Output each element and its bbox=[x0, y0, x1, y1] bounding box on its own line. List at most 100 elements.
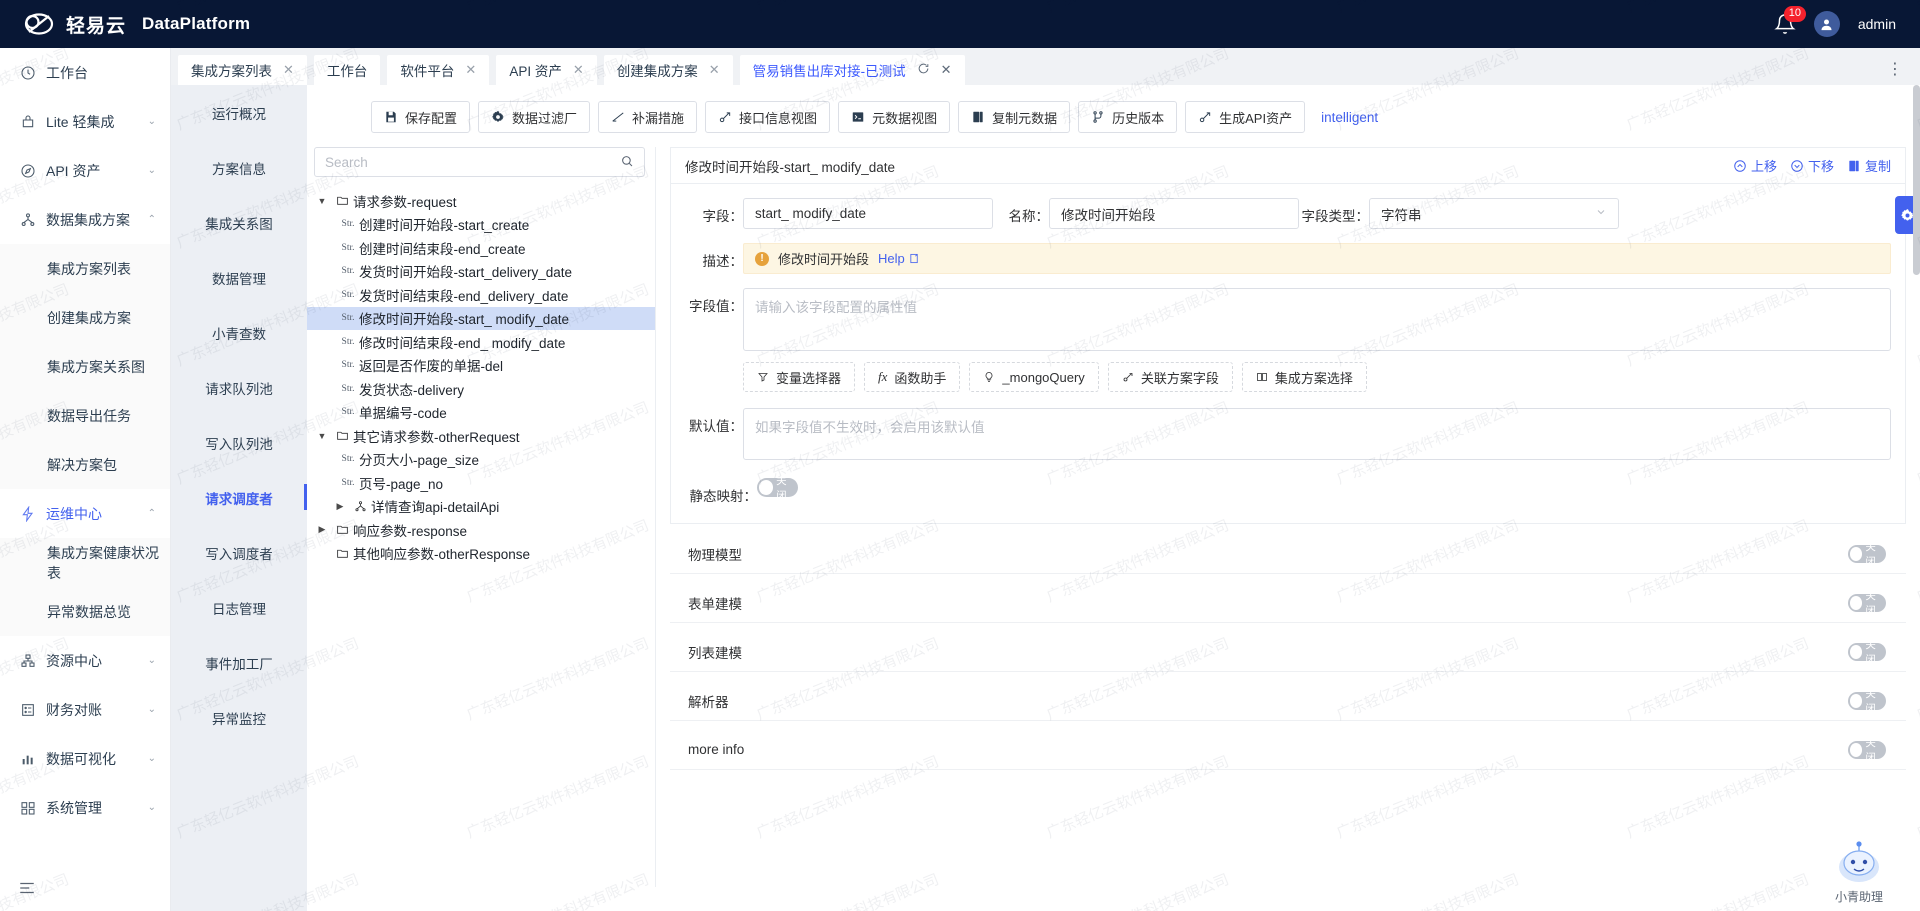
sidebar-item-finance[interactable]: 财务对账 ⌄ bbox=[0, 685, 170, 734]
history-version-button[interactable]: 历史版本 bbox=[1078, 101, 1177, 133]
secnav-item-xiaoqing-query[interactable]: 小青查数 bbox=[171, 305, 307, 360]
tree-node-leaf[interactable]: Str. 分页大小-page_size bbox=[307, 448, 655, 472]
sidebar-item-workbench[interactable]: 工作台 bbox=[0, 48, 170, 97]
sidebar-item-visualization[interactable]: 数据可视化 ⌄ bbox=[0, 734, 170, 783]
sidebar-item-scheme-graph[interactable]: 集成方案关系图 bbox=[0, 342, 170, 391]
sidebar-item-resource-center[interactable]: 资源中心 ⌄ bbox=[0, 636, 170, 685]
tab-create-scheme[interactable]: 创建集成方案 ✕ bbox=[604, 55, 733, 85]
tree-node-folder[interactable]: ▼ 请求参数-request bbox=[307, 189, 655, 213]
secnav-item-scheme-info[interactable]: 方案信息 bbox=[171, 140, 307, 195]
close-icon[interactable]: ✕ bbox=[709, 62, 720, 78]
accordion-parser[interactable]: 解析器 关闭 bbox=[670, 681, 1906, 721]
close-icon[interactable]: ✕ bbox=[573, 62, 584, 78]
variable-selector-button[interactable]: 变量选择器 bbox=[743, 362, 855, 392]
list-modeling-toggle[interactable]: 关闭 bbox=[1848, 643, 1886, 661]
sidebar-item-abnormal-data[interactable]: 异常数据总览 bbox=[0, 587, 170, 636]
secnav-item-request-queue-pool[interactable]: 请求队列池 bbox=[171, 360, 307, 415]
tree-node-leaf-selected[interactable]: Str. 修改时间开始段-start_ modify_date bbox=[307, 307, 655, 331]
form-modeling-toggle[interactable]: 关闭 bbox=[1848, 594, 1886, 612]
sidebar-item-scheme-list[interactable]: 集成方案列表 bbox=[0, 244, 170, 293]
sidebar-collapse-button[interactable] bbox=[14, 875, 40, 901]
mongo-query-button[interactable]: _mongoQuery bbox=[969, 362, 1098, 392]
move-down-button[interactable]: 下移 bbox=[1790, 156, 1834, 175]
secnav-item-request-scheduler[interactable]: 请求调度者 bbox=[171, 470, 307, 525]
tab-software-platform[interactable]: 软件平台 ✕ bbox=[387, 55, 489, 85]
tab-workbench[interactable]: 工作台 bbox=[314, 55, 381, 85]
user-name[interactable]: admin bbox=[1858, 16, 1896, 32]
tree-node-leaf[interactable]: Str. 创建时间开始段-start_create bbox=[307, 213, 655, 237]
data-filter-factory-button[interactable]: 数据过滤厂 bbox=[478, 101, 590, 133]
name-input[interactable]: 修改时间开始段 bbox=[1049, 198, 1299, 229]
tree-node-leaf[interactable]: Str. 单据编号-code bbox=[307, 401, 655, 425]
close-icon[interactable]: ✕ bbox=[283, 62, 294, 78]
tree-node-leaf[interactable]: Str. 页号-page_no bbox=[307, 471, 655, 495]
search-input[interactable] bbox=[325, 155, 620, 170]
help-link[interactable]: Help bbox=[878, 251, 920, 266]
tab-overflow-menu-button[interactable]: ⋮ bbox=[1887, 59, 1920, 85]
scrollbar-thumb[interactable] bbox=[1913, 85, 1920, 275]
accordion-physical-model[interactable]: 物理模型 关闭 bbox=[670, 534, 1906, 574]
tab-scheme-list[interactable]: 集成方案列表 ✕ bbox=[178, 55, 307, 85]
chevron-down-icon[interactable]: ▼ bbox=[313, 431, 331, 441]
tab-api-assets[interactable]: API 资产 ✕ bbox=[496, 55, 596, 85]
accordion-more-info[interactable]: more info 关闭 bbox=[670, 730, 1906, 770]
sidebar-item-system[interactable]: 系统管理 ⌄ bbox=[0, 783, 170, 832]
secnav-item-overview[interactable]: 运行概况 bbox=[171, 85, 307, 140]
chevron-right-icon[interactable]: ▶ bbox=[313, 524, 331, 535]
related-scheme-field-button[interactable]: 关联方案字段 bbox=[1108, 362, 1233, 392]
save-config-button[interactable]: 保存配置 bbox=[371, 101, 470, 133]
tree-node-api[interactable]: ▶ 详情查询api-detailApi bbox=[307, 495, 655, 519]
more-info-toggle[interactable]: 关闭 bbox=[1848, 741, 1886, 759]
sidebar-item-ops-center[interactable]: 运维中心 ⌃ bbox=[0, 489, 170, 538]
补漏措施-button[interactable]: 补漏措施 bbox=[598, 101, 697, 133]
close-icon[interactable]: ✕ bbox=[941, 62, 952, 78]
search-box[interactable] bbox=[314, 147, 645, 177]
secnav-item-exception-monitor[interactable]: 异常监控 bbox=[171, 690, 307, 745]
tree-node-leaf[interactable]: Str. 创建时间结束段-end_create bbox=[307, 236, 655, 260]
tree-node-leaf[interactable]: Str. 发货状态-delivery bbox=[307, 377, 655, 401]
tree-node-folder[interactable]: ▶ 响应参数-response bbox=[307, 518, 655, 542]
tree-node-leaf[interactable]: Str. 修改时间结束段-end_ modify_date bbox=[307, 330, 655, 354]
static-mapping-toggle[interactable]: 关闭 bbox=[757, 478, 798, 497]
secnav-item-write-scheduler[interactable]: 写入调度者 bbox=[171, 525, 307, 580]
vertical-scrollbar[interactable] bbox=[1913, 85, 1920, 911]
chevron-down-icon[interactable] bbox=[1595, 206, 1607, 221]
chevron-right-icon[interactable]: ▶ bbox=[331, 501, 349, 512]
assistant-widget[interactable]: 小青助理 bbox=[1814, 833, 1904, 905]
interface-info-view-button[interactable]: 接口信息视图 bbox=[705, 101, 830, 133]
sidebar-item-data-integration[interactable]: 数据集成方案 ⌃ bbox=[0, 195, 170, 244]
physical-model-toggle[interactable]: 关闭 bbox=[1848, 545, 1886, 563]
avatar[interactable] bbox=[1814, 11, 1840, 37]
secnav-item-relation-graph[interactable]: 集成关系图 bbox=[171, 195, 307, 250]
sidebar-item-create-scheme[interactable]: 创建集成方案 bbox=[0, 293, 170, 342]
move-up-button[interactable]: 上移 bbox=[1733, 156, 1777, 175]
brand[interactable]: 轻易云 DataPlatform bbox=[0, 9, 250, 39]
function-helper-button[interactable]: fx 函数助手 bbox=[864, 362, 960, 392]
sidebar-item-health-table[interactable]: 集成方案健康状况表 bbox=[0, 538, 170, 587]
intelligent-link[interactable]: intelligent bbox=[1321, 110, 1378, 125]
integration-scheme-select-button[interactable]: 集成方案选择 bbox=[1242, 362, 1367, 392]
notifications-button[interactable]: 10 bbox=[1774, 13, 1796, 35]
sidebar-item-solution-package[interactable]: 解决方案包 bbox=[0, 440, 170, 489]
secnav-item-write-queue-pool[interactable]: 写入队列池 bbox=[171, 415, 307, 470]
metadata-view-button[interactable]: 元数据视图 bbox=[838, 101, 950, 133]
secnav-item-data-management[interactable]: 数据管理 bbox=[171, 250, 307, 305]
field-input[interactable]: start_ modify_date bbox=[743, 198, 993, 229]
parser-toggle[interactable]: 关闭 bbox=[1848, 692, 1886, 710]
tree-node-leaf[interactable]: Str. 发货时间开始段-start_delivery_date bbox=[307, 260, 655, 284]
close-icon[interactable]: ✕ bbox=[465, 62, 476, 78]
chevron-down-icon[interactable]: ▼ bbox=[313, 196, 331, 206]
default-value-textarea[interactable]: 如果字段值不生效时，会启用该默认值 bbox=[743, 408, 1891, 460]
sidebar-item-api-assets[interactable]: API 资产 ⌄ bbox=[0, 146, 170, 195]
secnav-item-log-management[interactable]: 日志管理 bbox=[171, 580, 307, 635]
refresh-icon[interactable] bbox=[917, 62, 930, 78]
tree-node-leaf[interactable]: Str. 返回是否作废的单据-del bbox=[307, 354, 655, 378]
sidebar-item-export-task[interactable]: 数据导出任务 bbox=[0, 391, 170, 440]
accordion-form-modeling[interactable]: 表单建模 关闭 bbox=[670, 583, 1906, 623]
tree-node-folder[interactable]: ▼ 其它请求参数-otherRequest bbox=[307, 424, 655, 448]
search-icon[interactable] bbox=[620, 154, 634, 171]
field-type-select[interactable]: 字符串 bbox=[1369, 198, 1619, 229]
tree-node-leaf[interactable]: Str. 发货时间结束段-end_delivery_date bbox=[307, 283, 655, 307]
copy-metadata-button[interactable]: 复制元数据 bbox=[958, 101, 1070, 133]
generate-api-asset-button[interactable]: 生成API资产 bbox=[1185, 101, 1305, 133]
